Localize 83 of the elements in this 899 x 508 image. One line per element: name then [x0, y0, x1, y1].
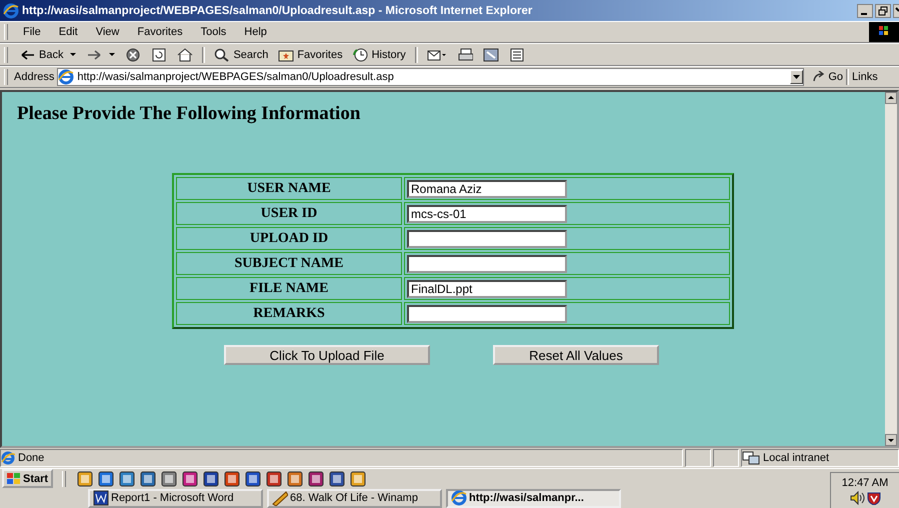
app-tile-icon[interactable]: [308, 470, 324, 487]
start-button[interactable]: Start: [2, 469, 54, 488]
input-field[interactable]: [407, 304, 567, 322]
network-icon: [742, 451, 760, 465]
menu-item[interactable]: Help: [235, 26, 276, 38]
input-field[interactable]: FinalDL.ppt: [407, 280, 567, 298]
caret-icon: [793, 75, 800, 79]
page-icon: [1, 451, 15, 465]
field-label: USER NAME: [176, 177, 402, 200]
status-text: Done: [18, 452, 44, 464]
address-label: Address: [14, 71, 54, 83]
app-tile-icon[interactable]: [350, 470, 366, 487]
status-pane: [685, 449, 711, 467]
scroll-up-icon[interactable]: [885, 92, 897, 104]
app-tile-icon[interactable]: [77, 470, 94, 487]
speaker-icon[interactable]: [849, 490, 865, 504]
history-button[interactable]: History: [348, 48, 410, 62]
browser-icon: [58, 69, 74, 85]
back-arrow-icon: [20, 48, 36, 62]
go-button[interactable]: Go: [812, 71, 844, 83]
app-tile-icon[interactable]: [182, 470, 198, 487]
flag-logo-icon: [7, 472, 21, 485]
clock: 12:47 AM: [842, 476, 888, 488]
favorites-button[interactable]: Favorites: [274, 48, 347, 62]
flag-logo-icon: [869, 22, 899, 42]
shield-icon[interactable]: [867, 490, 881, 504]
menu-item[interactable]: Favorites: [128, 26, 192, 38]
dropdown-button[interactable]: [790, 70, 804, 84]
home-icon: [177, 48, 194, 62]
app-tile-icon[interactable]: [98, 470, 114, 487]
browser-icon: [451, 490, 467, 506]
app-tile-icon[interactable]: [245, 470, 262, 487]
scrollbar[interactable]: [885, 92, 897, 446]
printer-icon: [456, 48, 473, 62]
taskbar-button[interactable]: 68. Walk Of Life - Winamp: [267, 488, 442, 508]
input-field[interactable]: mcs-cs-01: [407, 204, 567, 222]
app-tile-icon[interactable]: [203, 470, 220, 487]
forward-arrow-icon: [86, 48, 102, 62]
app-tile-icon[interactable]: [224, 470, 240, 487]
app-tile-icon[interactable]: [266, 470, 282, 487]
document-icon: [508, 48, 525, 62]
go-arrow-icon: [812, 71, 826, 83]
close-icon[interactable]: [893, 4, 899, 18]
back-button[interactable]: Back: [16, 48, 80, 62]
menu-item[interactable]: View: [86, 26, 128, 38]
stop-icon: [125, 48, 142, 62]
taskbar-button[interactable]: Report1 - Microsoft Word: [88, 488, 263, 508]
star-folder-icon: [278, 48, 294, 62]
field-label: SUBJECT NAME: [176, 252, 402, 275]
refresh-icon: [151, 48, 168, 62]
restore-icon[interactable]: [875, 4, 891, 18]
status-pane: [713, 449, 739, 467]
search-icon: [214, 48, 230, 62]
app-tile-icon[interactable]: [287, 470, 304, 487]
window-title: http://wasi/salmanproject/WEBPAGES/salman0/Uploadresult.asp - Microsoft Internet Explorer: [22, 4, 532, 16]
minimize-icon[interactable]: [857, 4, 873, 18]
address-field[interactable]: http://wasi/salmanproject/WEBPAGES/salman0/Uploadresult.asp: [57, 68, 804, 86]
field-label: REMARKS: [176, 302, 402, 325]
menu-item[interactable]: Edit: [50, 26, 87, 38]
input-field[interactable]: Romana Aziz: [407, 180, 567, 198]
clock-icon: [352, 48, 369, 62]
app-tile-icon[interactable]: [119, 470, 136, 487]
taskbar-button[interactable]: http://wasi/salmanpr...: [446, 488, 621, 508]
zone-label: Local intranet: [763, 452, 830, 464]
search-button[interactable]: Search: [210, 48, 272, 62]
app-tile-icon[interactable]: [329, 470, 346, 487]
form-button[interactable]: Reset All Values: [493, 345, 659, 365]
input-field[interactable]: [407, 254, 567, 272]
form-button[interactable]: Click To Upload File: [224, 345, 430, 365]
field-label: UPLOAD ID: [176, 227, 402, 250]
menu-item[interactable]: Tools: [192, 26, 236, 38]
scroll-down-icon[interactable]: [885, 434, 897, 446]
links-button[interactable]: Links: [852, 71, 878, 83]
input-field[interactable]: [407, 230, 567, 248]
app-tile-icon[interactable]: [161, 470, 178, 487]
field-label: FILE NAME: [176, 277, 402, 300]
field-label: USER ID: [176, 202, 402, 225]
envelope-icon: [426, 48, 447, 62]
browser-icon: [3, 2, 19, 18]
edit-icon: [482, 48, 499, 62]
menu-item[interactable]: File: [14, 26, 50, 38]
app-tile-icon[interactable]: [140, 470, 156, 487]
page-heading: Please Provide The Following Information: [17, 103, 362, 125]
